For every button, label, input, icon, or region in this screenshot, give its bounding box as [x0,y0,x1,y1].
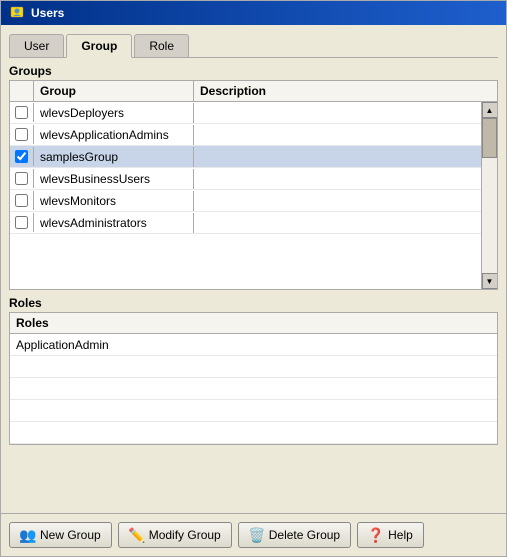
role-row [10,378,497,400]
groups-section: Groups Group Description wlevsDeployers … [9,64,498,290]
group-description [194,176,481,182]
role-row: ApplicationAdmin [10,334,497,356]
main-content: User Group Role Groups Group Description… [1,25,506,513]
group-checkbox[interactable] [15,106,28,119]
group-description [194,110,481,116]
groups-label: Groups [9,64,498,78]
group-name: wlevsMonitors [34,191,194,211]
role-row [10,356,497,378]
group-row[interactable]: wlevsMonitors [10,190,481,212]
group-description [194,154,481,160]
window-title: Users [31,6,64,20]
help-label: Help [388,528,413,542]
group-checkbox-cell[interactable] [10,147,34,166]
group-checkbox-cell[interactable] [10,125,34,144]
roles-label: Roles [9,296,498,310]
group-checkbox-cell[interactable] [10,213,34,232]
group-checkbox[interactable] [15,150,28,163]
group-name: samplesGroup [34,147,194,167]
group-checkbox[interactable] [15,172,28,185]
roles-section: Roles Roles ApplicationAdmin [9,296,498,445]
group-checkbox-cell[interactable] [10,191,34,210]
tab-user[interactable]: User [9,34,64,58]
header-check-col [10,81,34,101]
group-description [194,198,481,204]
group-name: wlevsBusinessUsers [34,169,194,189]
help-icon: ❓ [368,527,384,543]
title-bar: Users [1,1,506,25]
roles-table-header: Roles [10,313,497,334]
scroll-down-arrow[interactable]: ▼ [482,273,498,289]
tab-group[interactable]: Group [66,34,132,58]
group-name: wlevsAdministrators [34,213,194,233]
group-checkbox[interactable] [15,194,28,207]
modify-group-label: Modify Group [149,528,221,542]
scroll-thumb[interactable] [482,118,497,158]
group-checkbox[interactable] [15,128,28,141]
delete-group-icon: 🗑️ [249,527,265,543]
tab-bar: User Group Role [9,33,498,58]
group-checkbox[interactable] [15,216,28,229]
help-button[interactable]: ❓ Help [357,522,424,548]
modify-group-button[interactable]: ✏️ Modify Group [118,522,232,548]
group-description [194,132,481,138]
groups-scrollbar[interactable]: ▲ ▼ [481,102,497,289]
tab-role[interactable]: Role [134,34,189,58]
add-group-icon: 👥 [20,527,36,543]
group-row[interactable]: wlevsAdministrators [10,212,481,234]
roles-table: Roles ApplicationAdmin [9,312,498,445]
users-icon [9,5,25,21]
group-checkbox-cell[interactable] [10,169,34,188]
group-row[interactable]: samplesGroup [10,146,481,168]
header-group-col: Group [34,81,194,101]
roles-rows: ApplicationAdmin [10,334,497,444]
group-row[interactable]: wlevsBusinessUsers [10,168,481,190]
group-name: wlevsDeployers [34,103,194,123]
delete-group-button[interactable]: 🗑️ Delete Group [238,522,351,548]
users-window: Users User Group Role Groups Group Descr… [0,0,507,557]
group-description [194,220,481,226]
new-group-label: New Group [40,528,101,542]
groups-table: Group Description wlevsDeployers wlevsAp… [9,80,498,290]
group-name: wlevsApplicationAdmins [34,125,194,145]
role-row [10,422,497,444]
role-row [10,400,497,422]
delete-group-label: Delete Group [269,528,340,542]
group-row[interactable]: wlevsDeployers [10,102,481,124]
scroll-up-arrow[interactable]: ▲ [482,102,498,118]
new-group-button[interactable]: 👥 New Group [9,522,112,548]
groups-rows: wlevsDeployers wlevsApplicationAdmins sa… [10,102,481,289]
modify-group-icon: ✏️ [129,527,145,543]
header-desc-col: Description [194,81,497,101]
group-row[interactable]: wlevsApplicationAdmins [10,124,481,146]
footer-bar: 👥 New Group ✏️ Modify Group 🗑️ Delete Group ❓ H… [1,513,506,556]
groups-table-header: Group Description [10,81,497,102]
group-checkbox-cell[interactable] [10,103,34,122]
